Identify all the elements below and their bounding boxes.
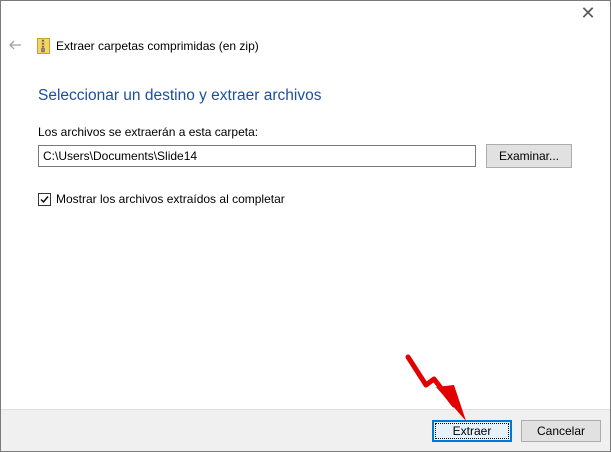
browse-button[interactable]: Examinar... bbox=[486, 144, 572, 168]
back-button[interactable] bbox=[7, 37, 23, 53]
destination-path-input[interactable] bbox=[38, 145, 476, 167]
focus-rectangle bbox=[435, 423, 509, 439]
show-files-label: Mostrar los archivos extraídos al comple… bbox=[56, 192, 285, 206]
dialog-footer: Extraer Cancelar bbox=[1, 409, 610, 451]
close-button[interactable]: ✕ bbox=[580, 3, 596, 23]
page-heading: Seleccionar un destino y extraer archivo… bbox=[38, 87, 322, 104]
back-arrow-icon bbox=[9, 40, 21, 50]
close-icon: ✕ bbox=[580, 3, 596, 23]
dialog-header: Extraer carpetas comprimidas (en zip) bbox=[37, 38, 259, 54]
zip-folder-icon bbox=[37, 38, 50, 54]
show-files-checkbox[interactable] bbox=[38, 192, 51, 206]
dialog-title: Extraer carpetas comprimidas (en zip) bbox=[56, 39, 259, 53]
destination-label: Los archivos se extraerán a esta carpeta… bbox=[38, 125, 259, 139]
extract-button[interactable]: Extraer bbox=[432, 420, 512, 442]
checkmark-icon bbox=[40, 195, 49, 203]
extract-dialog: ✕ Extraer carpetas comprimidas (en zip) … bbox=[0, 0, 611, 452]
cancel-button[interactable]: Cancelar bbox=[521, 420, 601, 442]
show-files-option[interactable]: Mostrar los archivos extraídos al comple… bbox=[38, 192, 285, 206]
